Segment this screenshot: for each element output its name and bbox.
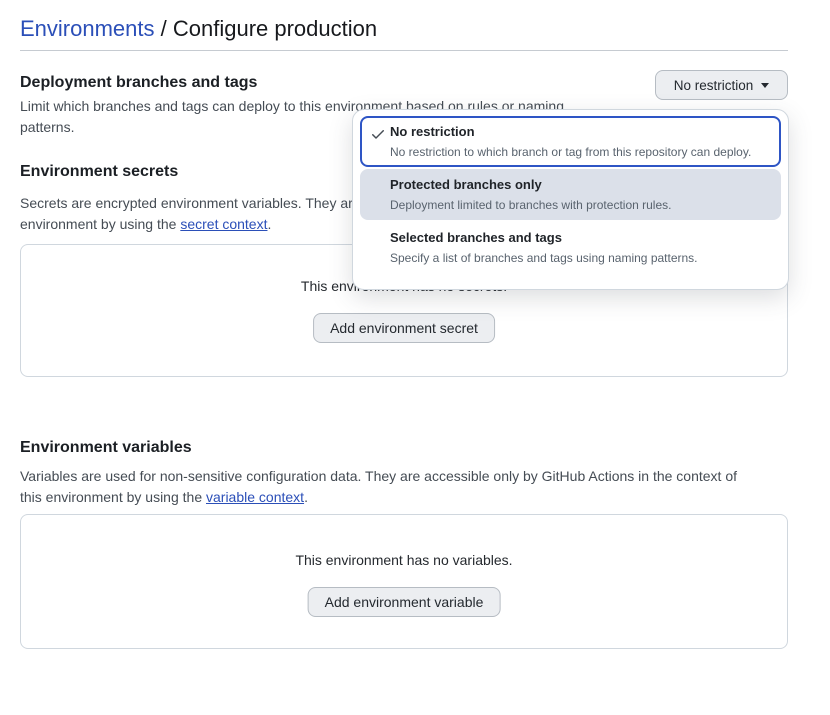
environment-variables-heading: Environment variables	[20, 439, 192, 457]
restriction-menu-panel: No restriction No restriction to which b…	[352, 109, 789, 290]
environment-config-page: Environments / Configure production Depl…	[0, 0, 830, 715]
secret-context-link[interactable]: secret context	[180, 216, 267, 232]
breadcrumb-environments-link[interactable]: Environments	[20, 16, 155, 41]
deployment-branches-heading: Deployment branches and tags	[20, 74, 257, 92]
menu-item-description: No restriction to which branch or tag fr…	[390, 145, 771, 159]
secrets-description-period: .	[267, 216, 271, 232]
restriction-select-label: No restriction	[674, 78, 754, 93]
menu-item-selected-branches[interactable]: Selected branches and tags Specify a lis…	[360, 222, 781, 273]
variables-description-line1: Variables are used for non-sensitive con…	[20, 466, 790, 487]
chevron-down-icon	[761, 83, 769, 88]
variable-context-link[interactable]: variable context	[206, 489, 304, 505]
add-environment-variable-button[interactable]: Add environment variable	[308, 587, 501, 617]
variables-empty-text: This environment has no variables.	[21, 552, 787, 568]
variables-description-line2-text: this environment by using the	[20, 489, 206, 505]
title-divider	[20, 50, 788, 51]
menu-item-description: Deployment limited to branches with prot…	[390, 198, 771, 212]
page-title: Environments / Configure production	[20, 15, 377, 43]
breadcrumb-current-page: Configure production	[173, 16, 377, 41]
environment-secrets-heading: Environment secrets	[20, 163, 178, 181]
variables-empty-box: This environment has no variables. Add e…	[20, 514, 788, 649]
variables-description-period: .	[304, 489, 308, 505]
secrets-description-line2-text: environment by using the	[20, 216, 180, 232]
menu-item-title: No restriction	[390, 124, 771, 140]
menu-item-description: Specify a list of branches and tags usin…	[390, 251, 771, 265]
menu-item-no-restriction[interactable]: No restriction No restriction to which b…	[360, 116, 781, 167]
add-environment-secret-button[interactable]: Add environment secret	[313, 313, 495, 343]
menu-item-protected-branches[interactable]: Protected branches only Deployment limit…	[360, 169, 781, 220]
variables-description-line2: this environment by using the variable c…	[20, 487, 790, 508]
breadcrumb-separator: /	[155, 16, 173, 41]
menu-item-title: Selected branches and tags	[390, 230, 771, 246]
check-icon	[370, 126, 386, 142]
restriction-select-button[interactable]: No restriction	[655, 70, 788, 100]
environment-variables-description: Variables are used for non-sensitive con…	[20, 466, 790, 508]
menu-item-title: Protected branches only	[390, 177, 771, 193]
